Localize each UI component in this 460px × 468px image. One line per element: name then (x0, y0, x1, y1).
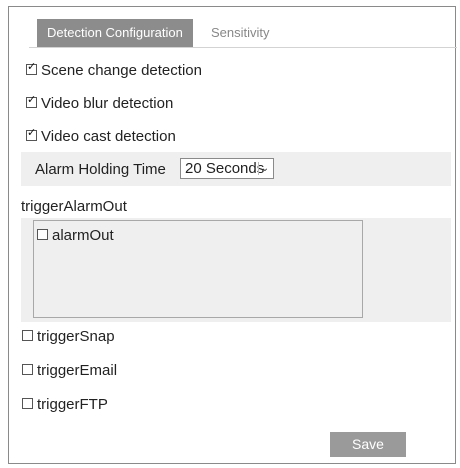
trigger-alarm-out-label: triggerAlarmOut (21, 198, 127, 215)
alarm-holding-value: 20 Seconds (185, 160, 265, 177)
scene-change-checkbox[interactable]: ✓ (26, 60, 37, 75)
alarm-holding-label: Alarm Holding Time (35, 161, 166, 178)
alarm-out-label: alarmOut (52, 227, 114, 245)
tab-detection-configuration[interactable]: Detection Configuration (37, 19, 193, 47)
trigger-ftp-row[interactable]: triggerFTP (22, 396, 108, 414)
check-icon: ✓ (27, 60, 37, 73)
alarm-holding-row: Alarm Holding Time 20 Seconds ⌄ (21, 152, 451, 186)
trigger-snap-checkbox[interactable] (22, 329, 33, 341)
video-blur-checkbox[interactable]: ✓ (26, 93, 37, 108)
trigger-ftp-checkbox[interactable] (22, 397, 33, 409)
alarm-out-item[interactable]: alarmOut (37, 227, 114, 245)
video-cast-row[interactable]: ✓ Video cast detection (26, 126, 176, 146)
alarm-out-checkbox[interactable] (37, 228, 48, 240)
trigger-snap-row[interactable]: triggerSnap (22, 328, 115, 346)
save-button[interactable]: Save (330, 432, 406, 457)
check-icon: ✓ (27, 126, 37, 139)
trigger-email-row[interactable]: triggerEmail (22, 362, 117, 380)
alarm-holding-select[interactable]: 20 Seconds ⌄ (180, 158, 274, 179)
tab-bar: Detection Configuration Sensitivity (29, 19, 457, 48)
trigger-snap-label: triggerSnap (37, 328, 115, 346)
trigger-ftp-label: triggerFTP (37, 396, 108, 414)
chevron-down-icon[interactable]: ⌄ (258, 162, 271, 175)
scene-change-row[interactable]: ✓ Scene change detection (26, 60, 202, 80)
check-icon: ✓ (27, 93, 37, 106)
trigger-email-checkbox[interactable] (22, 363, 33, 375)
trigger-email-label: triggerEmail (37, 362, 118, 380)
video-cast-label: Video cast detection (41, 128, 176, 146)
scene-change-label: Scene change detection (41, 62, 202, 80)
video-blur-row[interactable]: ✓ Video blur detection (26, 93, 174, 113)
video-blur-label: Video blur detection (41, 95, 174, 113)
alarm-out-list[interactable]: alarmOut (33, 220, 363, 318)
video-cast-checkbox[interactable]: ✓ (26, 126, 37, 141)
alarm-out-area: alarmOut (21, 218, 451, 322)
tab-sensitivity[interactable]: Sensitivity (201, 19, 280, 47)
